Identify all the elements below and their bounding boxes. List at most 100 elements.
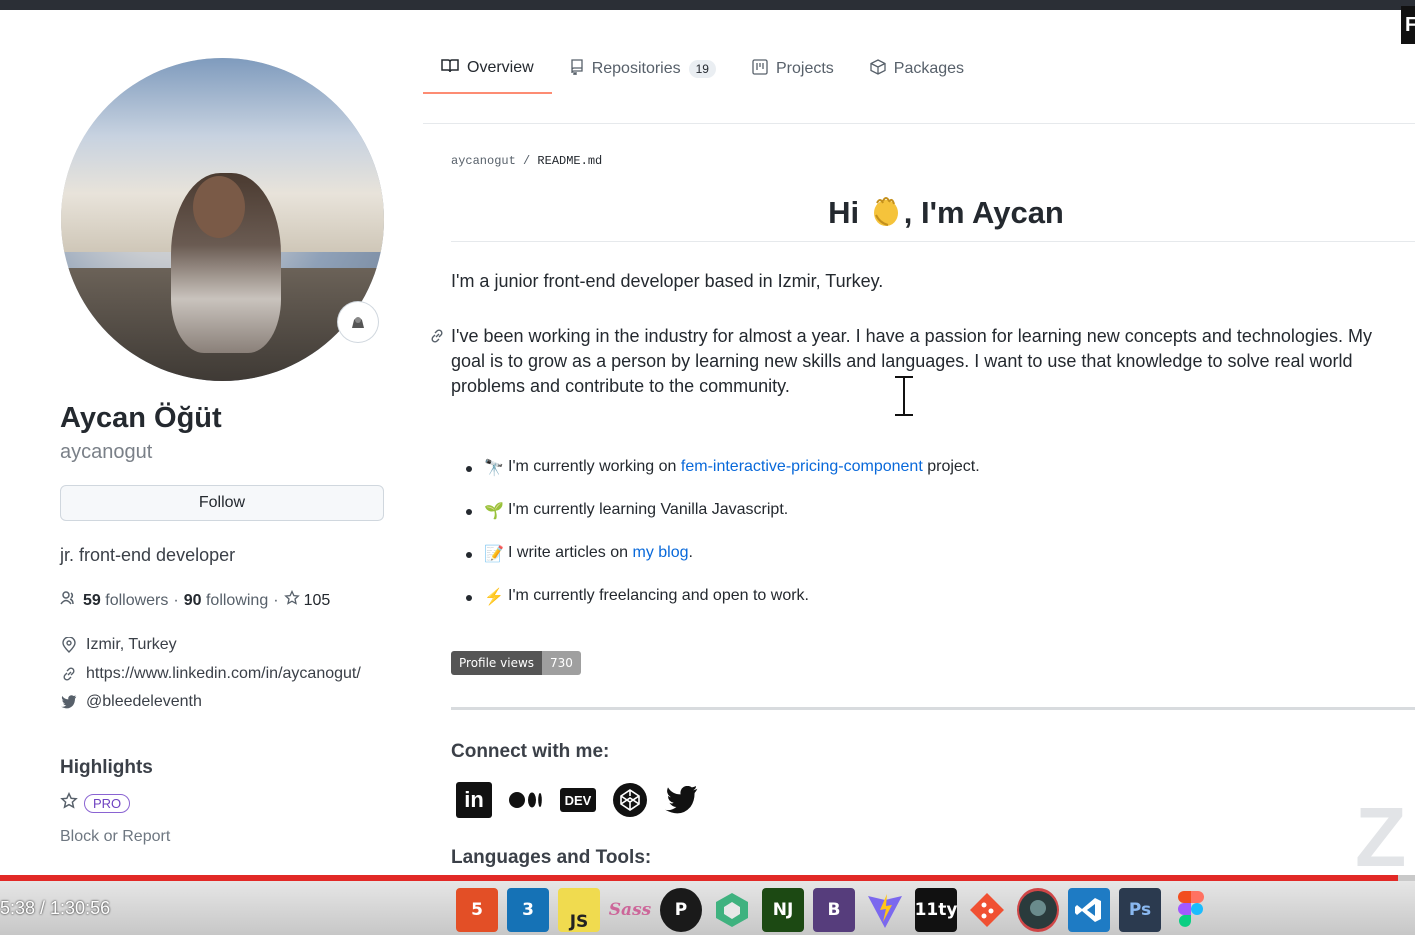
views-badge-value: 730 bbox=[542, 651, 581, 675]
block-or-report-link[interactable]: Block or Report bbox=[60, 828, 170, 846]
list-item: 📝 I write articles on my blog . bbox=[466, 544, 980, 587]
website-link[interactable]: https://www.linkedin.com/in/aycanogut/ bbox=[86, 665, 361, 683]
repo-count-badge: 19 bbox=[688, 60, 716, 78]
bullet-text-suffix: . bbox=[688, 544, 693, 561]
corner-logo: F bbox=[1401, 6, 1415, 44]
readme-paragraph: I've been working in the industry for al… bbox=[451, 326, 1372, 396]
medium-icon[interactable] bbox=[508, 782, 544, 818]
bullet-dot bbox=[466, 552, 472, 558]
link-icon bbox=[60, 666, 78, 682]
pro-highlight: PRO bbox=[60, 791, 131, 815]
separator-dot: · bbox=[173, 591, 179, 609]
bullet-dot bbox=[466, 466, 472, 472]
list-item: ⚡ I'm currently freelancing and open to … bbox=[466, 587, 980, 630]
codepen-icon[interactable] bbox=[612, 782, 648, 818]
twitter-icon bbox=[60, 695, 78, 709]
eleventy-icon: 11ty bbox=[915, 888, 957, 932]
waving-hand-icon bbox=[868, 193, 904, 237]
profile-views-badge: Profile views 730 bbox=[451, 651, 581, 675]
anchor-link-icon[interactable] bbox=[429, 328, 445, 349]
followers-count: 59 bbox=[83, 591, 101, 609]
separator-dot: · bbox=[273, 591, 279, 609]
gulp-icon bbox=[1017, 888, 1059, 932]
tab-projects[interactable]: Projects bbox=[734, 44, 852, 94]
project-link[interactable]: fem-interactive-pricing-component bbox=[681, 458, 923, 476]
tab-label: Overview bbox=[467, 59, 534, 76]
social-links: in DEV bbox=[456, 782, 700, 818]
location-icon bbox=[60, 637, 78, 653]
twitter-icon[interactable] bbox=[664, 782, 700, 818]
blog-link[interactable]: my blog bbox=[632, 544, 688, 562]
greeting-divider bbox=[451, 241, 1415, 242]
website-row: https://www.linkedin.com/in/aycanogut/ bbox=[60, 665, 361, 683]
avatar[interactable] bbox=[61, 58, 384, 381]
stars-link[interactable]: 105 bbox=[283, 589, 331, 611]
css3-icon: 3 bbox=[507, 888, 549, 932]
people-icon bbox=[60, 590, 78, 611]
location-text: Izmir, Turkey bbox=[86, 636, 177, 653]
memo-icon: 📝 bbox=[484, 546, 504, 563]
telescope-icon: 🔭 bbox=[484, 460, 504, 477]
linkedin-icon[interactable]: in bbox=[456, 782, 492, 818]
figma-icon bbox=[1170, 888, 1212, 932]
video-timecode: 5:38 / 1:30:56 bbox=[0, 898, 111, 918]
profile-stats: 59 followers · 90 following · 105 bbox=[60, 589, 331, 611]
tab-packages[interactable]: Packages bbox=[852, 44, 982, 94]
tab-label: Packages bbox=[893, 60, 965, 77]
watermark: Z bbox=[1355, 798, 1407, 876]
greeting-name: , I'm Aycan bbox=[903, 195, 1064, 230]
profile-bio: jr. front-end developer bbox=[60, 545, 236, 565]
twitter-row: @bleedeleventh bbox=[60, 693, 202, 711]
views-badge-label: Profile views bbox=[451, 651, 543, 675]
star-icon bbox=[283, 589, 300, 611]
bullet-dot bbox=[466, 595, 472, 601]
twitter-handle[interactable]: @bleedeleventh bbox=[86, 693, 202, 711]
html5-icon: 5 bbox=[456, 888, 498, 932]
dev-icon[interactable]: DEV bbox=[560, 788, 596, 812]
list-item: 🔭 I'm currently working on fem-interacti… bbox=[466, 458, 980, 501]
vite-icon bbox=[864, 888, 906, 932]
bootstrap-icon: B bbox=[813, 888, 855, 932]
readme-path: aycanogut / README.md bbox=[451, 154, 602, 168]
readme-path-separator: / bbox=[523, 154, 531, 168]
follow-button[interactable]: Follow bbox=[60, 485, 384, 521]
bullet-text: I write articles on bbox=[508, 544, 633, 561]
tab-overview[interactable]: Overview bbox=[423, 44, 552, 94]
vue-icon bbox=[711, 888, 753, 932]
photoshop-icon: Ps bbox=[1119, 888, 1161, 932]
readme-bullet-list: 🔭 I'm currently working on fem-interacti… bbox=[466, 458, 980, 630]
status-emoji-icon[interactable] bbox=[338, 302, 378, 342]
vscode-icon bbox=[1068, 888, 1110, 932]
readme-path-user[interactable]: aycanogut bbox=[451, 154, 516, 168]
p-logo-icon: P bbox=[660, 888, 702, 932]
list-item: 🌱 I'm currently learning Vanilla Javascr… bbox=[466, 501, 980, 544]
following-label: following bbox=[205, 591, 269, 609]
followers-link[interactable]: 59 followers bbox=[83, 592, 168, 610]
nunjucks-icon: NJ bbox=[762, 888, 804, 932]
location-row: Izmir, Turkey bbox=[60, 636, 177, 654]
project-icon bbox=[752, 58, 768, 80]
repo-icon bbox=[570, 58, 584, 80]
pro-badge[interactable]: PRO bbox=[84, 794, 131, 813]
highlights-heading: Highlights bbox=[60, 757, 153, 778]
seedling-icon: 🌱 bbox=[484, 503, 504, 520]
tab-label: Projects bbox=[775, 60, 834, 77]
tools-icons: 5 3 JS Sass P NJ B 11ty Ps bbox=[456, 888, 1212, 932]
stars-count: 105 bbox=[303, 591, 331, 609]
sass-icon: Sass bbox=[608, 900, 652, 920]
following-count: 90 bbox=[183, 591, 202, 609]
package-icon bbox=[870, 58, 886, 80]
readme-intro: I'm a junior front-end developer based i… bbox=[451, 271, 884, 291]
git-icon bbox=[966, 888, 1008, 932]
profile-fullname: Aycan Öğüt bbox=[60, 402, 222, 434]
following-link[interactable]: 90 following bbox=[184, 592, 269, 610]
bullet-text: I'm currently freelancing and open to wo… bbox=[508, 587, 809, 604]
bullet-text-suffix: project. bbox=[922, 458, 980, 475]
greeting-hi: Hi bbox=[828, 195, 860, 230]
tab-repositories[interactable]: Repositories 19 bbox=[552, 44, 734, 94]
bullet-text: I'm currently working on bbox=[508, 458, 681, 475]
lightning-icon: ⚡ bbox=[484, 589, 504, 606]
connect-heading: Connect with me: bbox=[451, 741, 610, 762]
bullet-text: I'm currently learning Vanilla Javascrip… bbox=[508, 501, 789, 518]
readme-path-file[interactable]: README.md bbox=[537, 154, 602, 168]
